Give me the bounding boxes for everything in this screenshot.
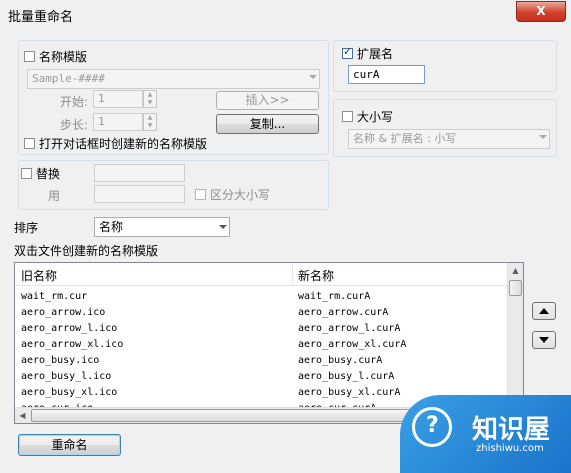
- name-template-label: 名称模版: [39, 50, 88, 64]
- new-name-cell: aero_arrow_l.curA: [298, 323, 401, 334]
- sort-select-value: 名称: [99, 220, 124, 234]
- new-name-cell: wait_rm.curA: [298, 291, 371, 302]
- replace-with-field[interactable]: [94, 185, 185, 203]
- spin-down-icon: ▼: [147, 99, 153, 106]
- triangle-up-icon: [539, 308, 549, 314]
- name-template-checkbox[interactable]: [24, 51, 35, 62]
- column-old-name[interactable]: 旧名称: [21, 267, 57, 284]
- spin-up-icon: ▲: [147, 114, 153, 121]
- watermark-logo: ? 知识屋 zhishiwu.com: [400, 395, 571, 473]
- window-title: 批量重命名: [8, 10, 74, 25]
- replace-label: 替换: [36, 167, 61, 181]
- old-name-cell: aero_busy_xl.ico: [21, 387, 118, 398]
- start-spinner[interactable]: ▲ ▼: [143, 90, 157, 108]
- chevron-down-icon: [309, 75, 317, 79]
- old-name-cell: aero_busy.ico: [21, 355, 100, 366]
- list-header: 旧名称 新名称: [15, 263, 508, 286]
- replace-checkbox[interactable]: [21, 168, 32, 179]
- triangle-down-icon: [539, 337, 549, 343]
- case-select-value: 名称 & 扩展名 : 小写: [353, 132, 457, 145]
- watermark-url: zhishiwu.com: [476, 443, 544, 454]
- replace-find-field[interactable]: [94, 164, 185, 182]
- close-icon: X: [536, 4, 546, 18]
- case-select[interactable]: 名称 & 扩展名 : 小写: [348, 129, 550, 149]
- start-field[interactable]: 1: [93, 90, 143, 108]
- template-value: Sample-####: [32, 72, 105, 85]
- question-mark-icon: ?: [426, 413, 439, 438]
- old-name-cell: aero_arrow.ico: [21, 307, 106, 318]
- new-name-cell: aero_arrow.curA: [298, 307, 389, 318]
- new-name-cell: aero_busy_l.curA: [298, 371, 395, 382]
- column-divider[interactable]: [292, 263, 293, 285]
- old-name-cell: aero_arrow_xl.ico: [21, 339, 124, 350]
- step-field[interactable]: 1: [93, 113, 143, 131]
- table-row[interactable]: aero_arrow_xl.ico aero_arrow_xl.curA: [15, 337, 508, 353]
- extension-label: 扩展名: [357, 47, 394, 61]
- copy-button[interactable]: 复制...: [216, 114, 319, 134]
- old-name-cell: wait_rm.cur: [21, 291, 88, 302]
- table-row[interactable]: aero_busy_l.ico aero_busy_l.curA: [15, 369, 508, 385]
- chevron-down-icon: [219, 225, 227, 229]
- rename-button[interactable]: 重命名: [18, 434, 121, 456]
- vertical-scrollbar[interactable]: ▲ ▼: [507, 263, 523, 407]
- step-label: 步长:: [60, 118, 89, 132]
- column-new-name[interactable]: 新名称: [298, 267, 334, 284]
- start-label: 开始:: [60, 95, 89, 109]
- move-up-button[interactable]: [532, 302, 556, 320]
- sort-select[interactable]: 名称: [94, 217, 230, 237]
- vertical-scroll-thumb[interactable]: [509, 280, 522, 296]
- replace-with-label: 用: [48, 189, 61, 203]
- table-row[interactable]: aero_arrow_l.ico aero_arrow_l.curA: [15, 321, 508, 337]
- open-dialog-label: 打开对话框时创建新的名称模版: [39, 137, 208, 151]
- spin-up-icon: ▲: [147, 91, 153, 98]
- new-name-cell: aero_busy_xl.curA: [298, 387, 401, 398]
- old-name-cell: aero_arrow_l.ico: [21, 323, 118, 334]
- table-row[interactable]: wait_rm.cur wait_rm.curA: [15, 289, 508, 305]
- extension-checkbox[interactable]: [342, 45, 353, 59]
- chevron-down-icon: [539, 135, 547, 139]
- scroll-up-icon[interactable]: ▲: [508, 263, 523, 278]
- table-row[interactable]: aero_arrow.ico aero_arrow.curA: [15, 305, 508, 321]
- sort-label: 排序: [14, 221, 39, 235]
- open-dialog-checkbox[interactable]: [24, 138, 35, 149]
- case-sensitive-label: 区分大小写: [210, 188, 271, 202]
- case-label: 大小写: [357, 110, 394, 124]
- spin-down-icon: ▼: [147, 122, 153, 129]
- new-name-cell: aero_arrow_xl.curA: [298, 339, 407, 350]
- close-button[interactable]: X: [516, 1, 566, 22]
- list-caption: 双击文件创建新的名称模版: [14, 244, 159, 258]
- move-down-button[interactable]: [532, 331, 556, 349]
- step-spinner[interactable]: ▲ ▼: [143, 113, 157, 131]
- title-bar: [0, 0, 571, 28]
- table-row[interactable]: aero_busy.ico aero_busy.curA: [15, 353, 508, 369]
- extension-input[interactable]: curA: [348, 65, 425, 84]
- case-checkbox[interactable]: [342, 111, 353, 122]
- insert-button[interactable]: 插入>>: [216, 91, 319, 110]
- template-combo[interactable]: Sample-####: [27, 69, 320, 89]
- horizontal-scroll-thumb[interactable]: [31, 409, 455, 422]
- scroll-left-icon[interactable]: ◀: [15, 408, 30, 423]
- case-sensitive-checkbox[interactable]: [195, 189, 206, 200]
- watermark-text: 知识屋: [472, 415, 551, 445]
- new-name-cell: aero_busy.curA: [298, 355, 383, 366]
- old-name-cell: aero_busy_l.ico: [21, 371, 112, 382]
